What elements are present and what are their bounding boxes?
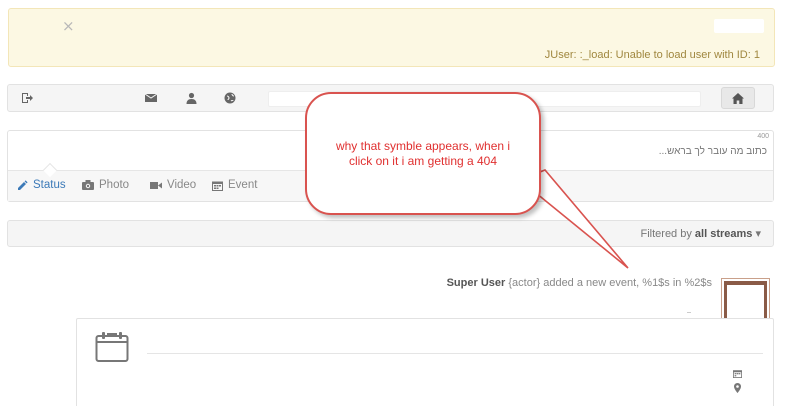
tab-photo-label: Photo bbox=[99, 179, 130, 191]
divider-mark bbox=[687, 312, 691, 313]
active-tab-pointer bbox=[42, 162, 58, 178]
filter-prefix: Filtered by bbox=[640, 228, 692, 240]
tab-status-label: Status bbox=[33, 179, 66, 191]
composer-input[interactable]: כתוב מה עובר לך בראש... bbox=[659, 146, 767, 157]
tab-event[interactable]: Event bbox=[212, 179, 257, 191]
camera-icon bbox=[82, 180, 94, 190]
alert-close-button[interactable]: × bbox=[62, 17, 75, 35]
event-divider bbox=[147, 353, 763, 354]
user-icon[interactable] bbox=[184, 91, 198, 105]
stream-filter-dropdown[interactable]: Filtered by all streams ▾ bbox=[641, 227, 762, 240]
error-alert: × JUser: :_load: Unable to load user wit… bbox=[8, 8, 775, 67]
pencil-icon bbox=[18, 179, 28, 190]
tab-status[interactable]: Status bbox=[17, 179, 66, 191]
stream-filter-bar: Filtered by all streams ▾ bbox=[7, 220, 774, 247]
tab-photo[interactable]: Photo bbox=[82, 179, 129, 191]
activity-headline: Super User {actor} added a new event, %1… bbox=[447, 277, 712, 289]
calendar-icon bbox=[212, 181, 223, 191]
actor-link[interactable]: Super User bbox=[447, 277, 506, 289]
logout-icon[interactable] bbox=[20, 91, 34, 105]
tab-video[interactable]: Video bbox=[150, 179, 196, 191]
globe-icon[interactable] bbox=[223, 91, 237, 105]
tab-event-label: Event bbox=[228, 179, 258, 191]
map-marker-icon bbox=[734, 380, 741, 398]
alert-white-box bbox=[714, 19, 764, 33]
alert-message: JUser: :_load: Unable to load user with … bbox=[544, 49, 760, 61]
calendar-icon bbox=[95, 331, 129, 368]
tab-video-label: Video bbox=[167, 179, 197, 191]
home-button[interactable] bbox=[721, 87, 755, 109]
home-icon bbox=[732, 92, 744, 104]
filter-value: all streams bbox=[694, 228, 753, 240]
avatar-image bbox=[727, 284, 764, 321]
annotation-callout: why that symble appears, when i click on… bbox=[305, 92, 541, 215]
envelope-icon[interactable] bbox=[144, 91, 158, 105]
video-icon bbox=[150, 181, 162, 189]
chevron-down-icon: ▾ bbox=[755, 228, 761, 240]
activity-text: {actor} added a new event, %1$s in %2$s bbox=[505, 277, 712, 289]
event-card bbox=[76, 318, 774, 406]
annotation-text: why that symble appears, when i click on… bbox=[335, 139, 511, 168]
character-counter: 400 bbox=[757, 133, 769, 140]
